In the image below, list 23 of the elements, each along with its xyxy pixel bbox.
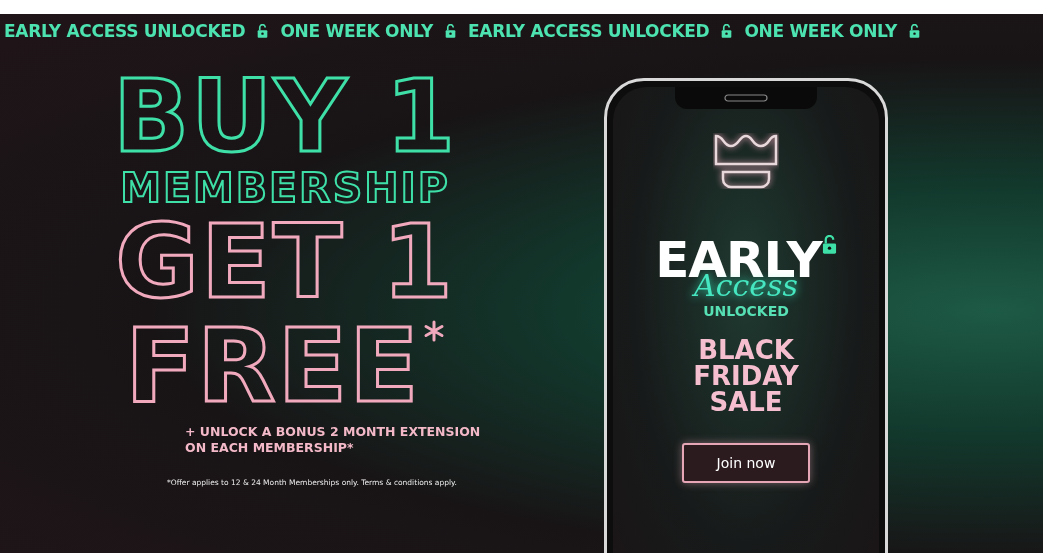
- sale-text: FRIDAY: [693, 363, 799, 389]
- headline-text: GET 1: [115, 209, 455, 314]
- ticker-text: EARLY ACCESS UNLOCKED: [4, 21, 246, 41]
- ticker-text: ONE WEEK ONLY: [280, 21, 433, 41]
- asterisk-icon: [422, 319, 445, 342]
- speaker-icon: [724, 94, 768, 102]
- padlock-icon: [257, 24, 269, 38]
- headline-text: MEMBERSHIP: [120, 168, 450, 210]
- unlocked-text: UNLOCKED: [703, 303, 789, 319]
- ticker-text: EARLY ACCESS UNLOCKED: [468, 21, 710, 41]
- headline-text: FREE: [125, 313, 421, 418]
- offer-text: + UNLOCK A BONUS 2 MONTH EXTENSION: [185, 423, 481, 440]
- offer-text: ON EACH MEMBERSHIP*: [185, 439, 355, 456]
- sale-text: SALE: [709, 389, 783, 415]
- padlock-icon: [908, 24, 920, 38]
- join-button[interactable]: Join now: [682, 443, 810, 483]
- padlock-icon: [721, 24, 733, 38]
- crown-logo-icon: [713, 133, 779, 189]
- sale-text: BLACK: [698, 337, 794, 363]
- ticker-text: ONE WEEK ONLY: [744, 21, 897, 41]
- headline-text: BUY 1: [112, 66, 458, 168]
- padlock-icon: [821, 235, 837, 254]
- padlock-icon: [445, 24, 456, 38]
